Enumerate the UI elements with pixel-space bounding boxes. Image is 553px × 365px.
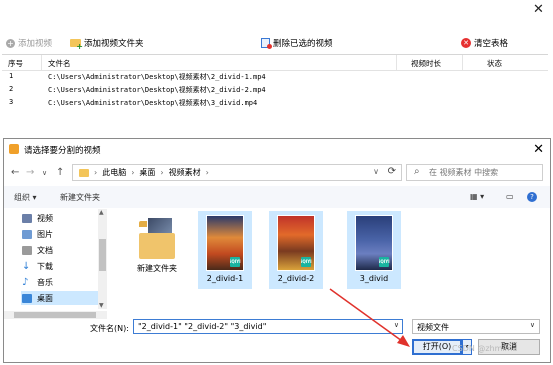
annotation-arrow [329, 288, 410, 347]
